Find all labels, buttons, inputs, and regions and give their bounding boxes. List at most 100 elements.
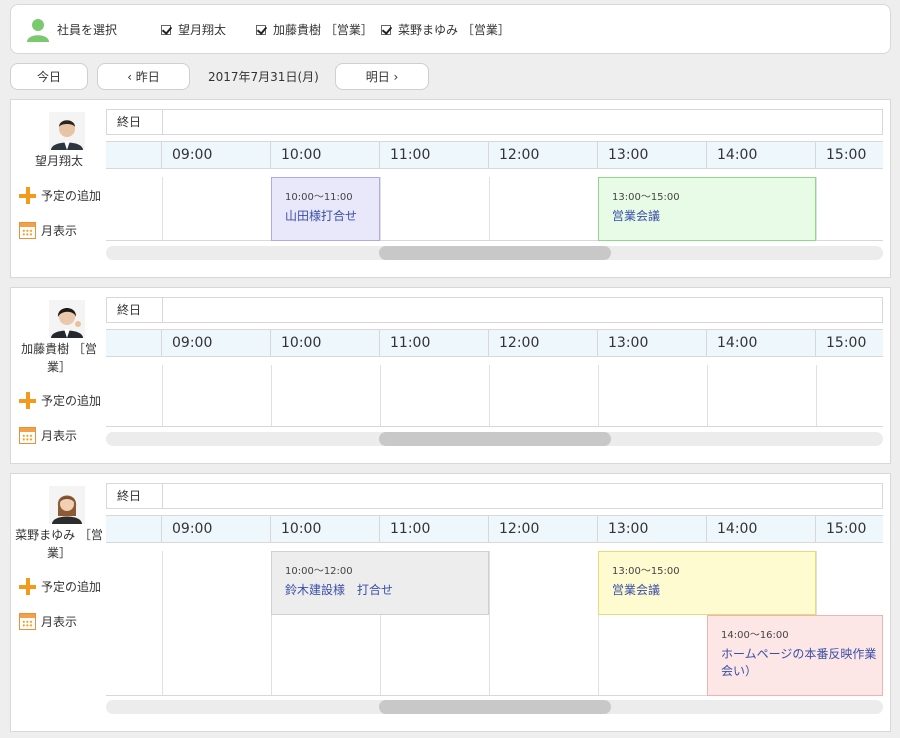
next-day-button[interactable]: 明日 › xyxy=(335,63,429,90)
hour-label: 11:00 xyxy=(380,142,489,168)
plus-icon xyxy=(19,187,36,204)
event-title[interactable]: 営業会議 xyxy=(612,208,815,225)
employee-selector: 社員を選択 望月翔太 加藤貴樹 ［営業］ 菜野まゆみ ［営業］ xyxy=(10,4,891,54)
all-day-label: 終日 xyxy=(107,110,163,134)
hour-label: 10:00 xyxy=(271,330,380,356)
hour-label: 15:00 xyxy=(826,335,867,351)
hour-divider xyxy=(816,365,817,426)
hour-header: 09:00 10:00 11:00 12:00 13:00 14:00 15:0… xyxy=(106,141,883,169)
hour-label: 14:00 xyxy=(707,516,816,542)
prev-day-button[interactable]: ‹ 昨日 xyxy=(97,63,190,90)
checkbox[interactable] xyxy=(161,24,171,35)
add-schedule-link[interactable]: 予定の追加 xyxy=(19,392,101,409)
hour-label: 12:00 xyxy=(489,516,598,542)
event-title[interactable]: ホームページの本番反映作業会い） xyxy=(721,646,882,680)
event-block[interactable]: 14:00〜16:00 ホームページの本番反映作業会い） xyxy=(707,615,883,696)
plus-icon xyxy=(19,578,36,595)
horizontal-scrollbar[interactable] xyxy=(106,700,883,714)
schedule-grid: 終日 09:00 10:00 11:00 12:00 13:00 14:00 1… xyxy=(106,109,883,274)
employee-checkbox-mochizuki[interactable]: 望月翔太 xyxy=(161,21,226,38)
all-day-row[interactable]: 終日 xyxy=(106,297,883,323)
hour-label: 10:00 xyxy=(271,516,380,542)
today-button[interactable]: 今日 xyxy=(10,63,88,90)
horizontal-scrollbar[interactable] xyxy=(106,246,883,260)
hour-label: 11:00 xyxy=(380,330,489,356)
all-day-row[interactable]: 終日 xyxy=(106,483,883,509)
horizontal-scrollbar[interactable] xyxy=(106,432,883,446)
month-view-link[interactable]: 月表示 xyxy=(19,222,77,239)
all-day-label: 終日 xyxy=(107,484,163,508)
hour-label: 09:00 xyxy=(162,516,271,542)
all-day-label: 終日 xyxy=(107,298,163,322)
avatar xyxy=(49,486,85,524)
event-title[interactable]: 山田様打合せ xyxy=(285,208,379,225)
hour-label: 09:00 xyxy=(162,142,271,168)
add-schedule-link[interactable]: 予定の追加 xyxy=(19,578,101,595)
hour-divider xyxy=(598,365,599,426)
hour-header: 09:00 10:00 11:00 12:00 13:00 14:00 15:0… xyxy=(106,329,883,357)
checkbox[interactable] xyxy=(256,24,266,35)
schedule-grid: 終日 09:00 10:00 11:00 12:00 13:00 14:00 1… xyxy=(106,297,883,460)
scrollbar-thumb[interactable] xyxy=(379,432,611,446)
scrollbar-thumb[interactable] xyxy=(379,246,611,260)
person-name: 望月翔太 xyxy=(34,154,83,168)
event-time: 10:00〜12:00 xyxy=(285,566,353,577)
hour-divider xyxy=(380,365,381,426)
schedule-panel-kato: 加藤貴樹 ［営業］ 予定の追加 月表示 終日 09:00 10:00 11:00… xyxy=(10,287,891,464)
month-view-link[interactable]: 月表示 xyxy=(19,427,77,444)
event-block[interactable]: 13:00〜15:00 営業会議 xyxy=(598,551,816,615)
event-block[interactable]: 13:00〜15:00 営業会議 xyxy=(598,177,816,241)
hour-label: 13:00 xyxy=(598,142,707,168)
hour-divider xyxy=(489,551,490,695)
event-block[interactable]: 10:00〜11:00 山田様打合せ xyxy=(271,177,380,241)
hour-divider xyxy=(271,365,272,426)
hour-divider xyxy=(162,365,163,426)
calendar-icon xyxy=(19,613,36,630)
person-name: 菜野まゆみ ［営業］ xyxy=(15,528,103,560)
scrollbar-thumb[interactable] xyxy=(379,700,611,714)
calendar-icon xyxy=(19,427,36,444)
timeline[interactable] xyxy=(106,365,883,427)
all-day-row[interactable]: 終日 xyxy=(106,109,883,135)
select-employee-label: 社員を選択 xyxy=(57,23,118,37)
hour-label: 12:00 xyxy=(489,330,598,356)
avatar xyxy=(49,300,85,338)
month-view-link[interactable]: 月表示 xyxy=(19,613,77,630)
hour-label: 14:00 xyxy=(707,330,816,356)
plus-icon xyxy=(19,392,36,409)
timeline[interactable]: 10:00〜12:00 鈴木建設様 打合せ 13:00〜15:00 営業会議 14:00… xyxy=(106,551,883,696)
employee-checkbox-nano[interactable]: 菜野まゆみ ［営業］ xyxy=(381,21,510,38)
hour-label: 09:00 xyxy=(162,330,271,356)
avatar xyxy=(49,112,85,150)
hour-label: 15:00 xyxy=(826,521,867,537)
event-time: 13:00〜15:00 xyxy=(612,192,680,203)
employee-checkbox-kato[interactable]: 加藤貴樹 ［営業］ xyxy=(256,21,373,38)
event-title[interactable]: 鈴木建設様 打合せ xyxy=(285,582,488,599)
timeline[interactable]: 10:00〜11:00 山田様打合せ 13:00〜15:00 営業会議 xyxy=(106,177,883,241)
schedule-panel-mochizuki: 望月翔太 予定の追加 月表示 終日 09:00 10:00 11:00 12:0… xyxy=(10,99,891,278)
hour-label: 13:00 xyxy=(598,330,707,356)
hour-label: 10:00 xyxy=(271,142,380,168)
schedule-panel-nano: 菜野まゆみ ［営業］ 予定の追加 月表示 終日 09:00 10:00 11:0… xyxy=(10,473,891,732)
schedule-grid: 終日 09:00 10:00 11:00 12:00 13:00 14:00 1… xyxy=(106,483,883,728)
hour-label: 11:00 xyxy=(380,516,489,542)
event-time: 13:00〜15:00 xyxy=(612,566,680,577)
event-time: 10:00〜11:00 xyxy=(285,192,353,203)
event-title[interactable]: 営業会議 xyxy=(612,582,815,599)
hour-divider xyxy=(489,365,490,426)
hour-divider xyxy=(162,551,163,695)
checkbox[interactable] xyxy=(381,24,391,35)
hour-divider xyxy=(380,177,381,240)
user-icon xyxy=(27,19,49,42)
hour-label: 13:00 xyxy=(598,516,707,542)
hour-divider xyxy=(489,177,490,240)
event-block[interactable]: 10:00〜12:00 鈴木建設様 打合せ xyxy=(271,551,489,615)
current-date: 2017年7月31日(月) xyxy=(208,70,319,84)
hour-label: 14:00 xyxy=(707,142,816,168)
add-schedule-link[interactable]: 予定の追加 xyxy=(19,187,101,204)
person-name: 加藤貴樹 ［営業］ xyxy=(21,342,97,374)
hour-header: 09:00 10:00 11:00 12:00 13:00 14:00 15:0… xyxy=(106,515,883,543)
hour-label: 12:00 xyxy=(489,142,598,168)
event-time: 14:00〜16:00 xyxy=(721,630,789,641)
hour-divider xyxy=(162,177,163,240)
